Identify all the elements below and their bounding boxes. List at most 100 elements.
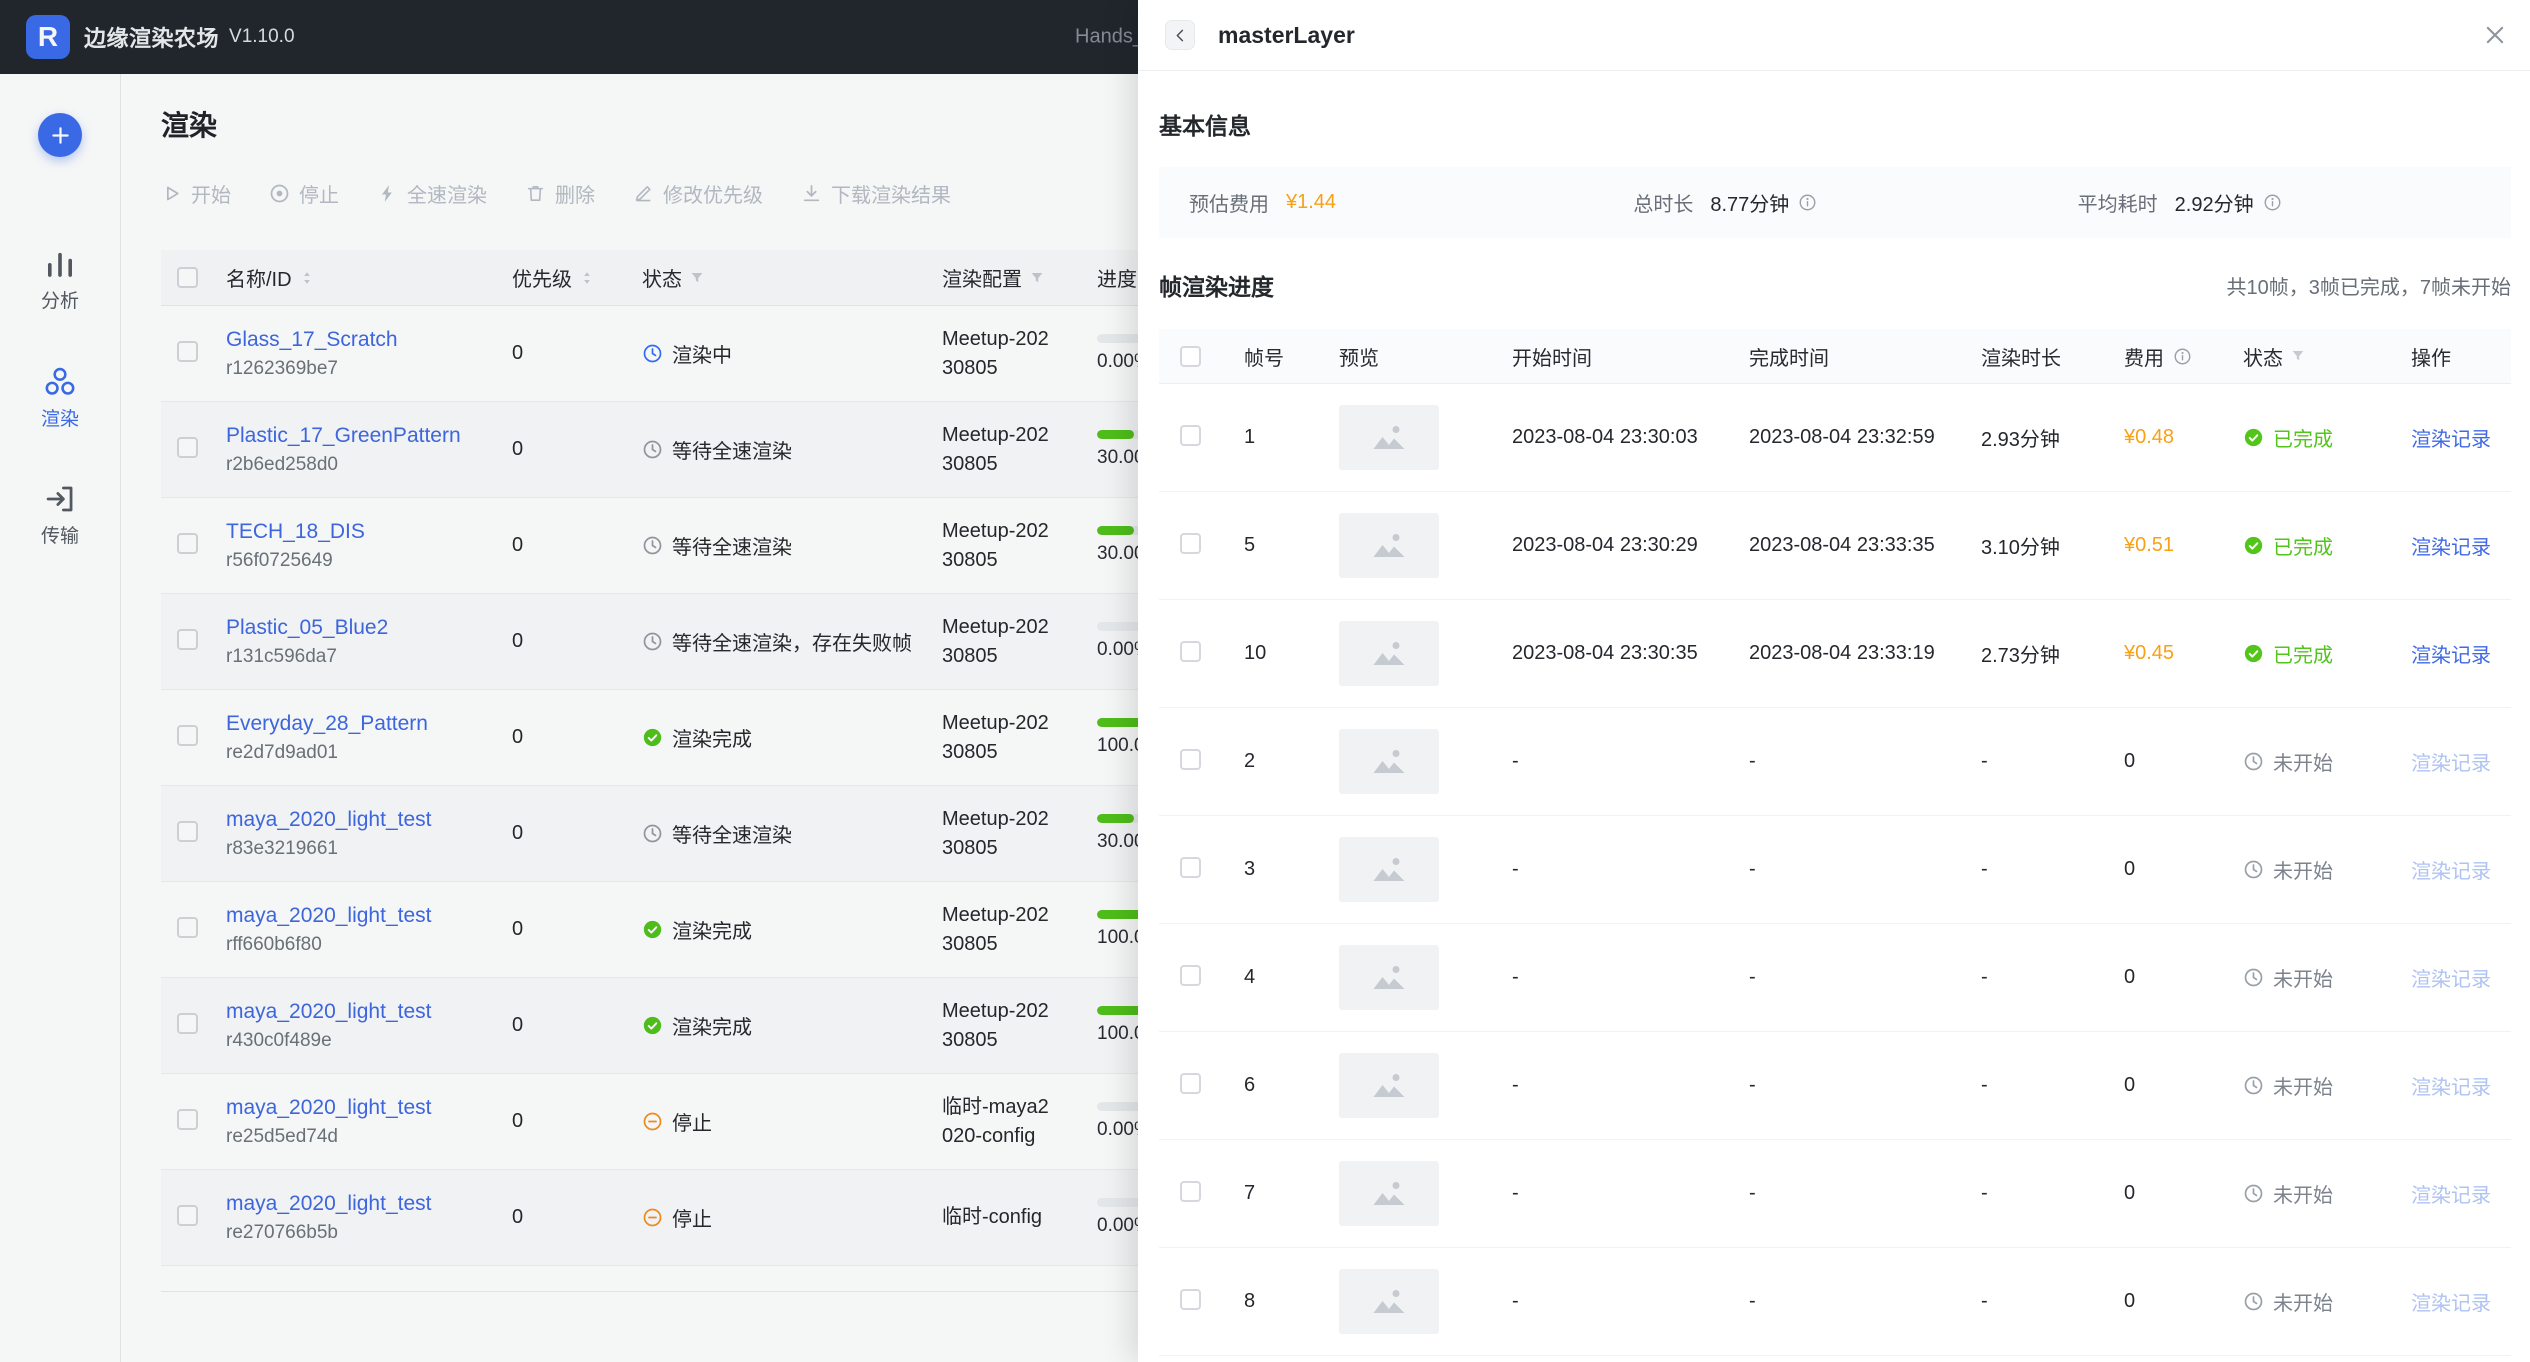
column-render-duration: 渲染时长 [1981,342,2124,371]
frame-status-text: 未开始 [2273,1179,2333,1208]
frame-status-icon [2243,1075,2264,1096]
frame-preview-thumbnail[interactable] [1339,837,1439,902]
row-checkbox[interactable] [1180,641,1201,662]
frame-preview-thumbnail[interactable] [1339,1053,1439,1118]
frame-row: 4 - - - 0 未开始 渲染记录 [1159,924,2511,1032]
info-icon[interactable] [2173,347,2192,366]
column-label: 帧号 [1244,342,1284,371]
drawer-title: masterLayer [1218,22,1355,49]
frame-number: 8 [1244,1290,1339,1313]
frame-start-time: - [1512,858,1749,881]
back-button[interactable] [1165,20,1195,50]
info-icon[interactable] [1798,193,1817,212]
app-window: R 边缘渲染农场 V1.10.0 Hands_ 分析 渲染 传输 渲染 开始 [0,0,2530,1362]
frame-end-time: 2023-08-04 23:32:59 [1749,426,1981,449]
frame-cost: ¥0.48 [2124,426,2243,449]
info-icon[interactable] [2263,193,2282,212]
drawer-body: 基本信息 预估费用 ¥1.44 总时长 8.77分钟 平均耗时 2.92分钟 [1138,71,2530,1356]
frame-preview-thumbnail[interactable] [1339,621,1439,686]
frame-end-time: - [1749,1182,1981,1205]
render-record-link: 渲染记录 [2411,753,2491,775]
render-record-link[interactable]: 渲染记录 [2411,537,2491,559]
frame-render-duration: 3.10分钟 [1981,531,2124,560]
render-record-link[interactable]: 渲染记录 [2411,429,2491,451]
row-checkbox[interactable] [1180,533,1201,554]
frame-preview-thumbnail[interactable] [1339,1269,1439,1334]
frame-number: 6 [1244,1074,1339,1097]
frame-status-text: 已完成 [2273,639,2333,668]
stat-label: 平均耗时 [2078,188,2158,217]
frame-row: 6 - - - 0 未开始 渲染记录 [1159,1032,2511,1140]
column-preview: 预览 [1339,342,1512,371]
frame-end-time: - [1749,1074,1981,1097]
frame-start-time: - [1512,750,1749,773]
frame-number: 4 [1244,966,1339,989]
image-placeholder-icon [1369,634,1409,674]
image-placeholder-icon [1369,1066,1409,1106]
frame-end-time: - [1749,750,1981,773]
row-checkbox[interactable] [1180,965,1201,986]
stat-total-duration: 总时长 8.77分钟 [1622,188,2066,217]
frame-status-text: 未开始 [2273,1071,2333,1100]
frame-preview-thumbnail[interactable] [1339,405,1439,470]
frame-render-duration: 2.93分钟 [1981,423,2124,452]
column-label: 开始时间 [1512,342,1592,371]
frame-number: 1 [1244,426,1339,449]
frame-number: 5 [1244,534,1339,557]
row-checkbox[interactable] [1180,1289,1201,1310]
column-cost[interactable]: 费用 [2124,342,2243,371]
frame-cost: 0 [2124,966,2243,989]
frame-end-time: 2023-08-04 23:33:35 [1749,534,1981,557]
frame-preview-thumbnail[interactable] [1339,729,1439,794]
stat-value: 8.77分钟 [1710,188,1789,217]
image-placeholder-icon [1369,958,1409,998]
frames-table-body: 1 2023-08-04 23:30:03 2023-08-04 23:32:5… [1159,384,2511,1356]
close-icon [2482,22,2508,48]
select-all-frames-checkbox[interactable] [1180,346,1201,367]
frame-end-time: - [1749,1290,1981,1313]
render-record-link[interactable]: 渲染记录 [2411,645,2491,667]
image-placeholder-icon [1369,742,1409,782]
render-record-link: 渲染记录 [2411,1077,2491,1099]
row-checkbox[interactable] [1180,749,1201,770]
row-checkbox[interactable] [1180,425,1201,446]
column-actions: 操作 [2411,342,2511,371]
frame-row: 7 - - - 0 未开始 渲染记录 [1159,1140,2511,1248]
column-frame-status[interactable]: 状态 [2243,342,2411,371]
frame-cost: ¥0.45 [2124,642,2243,665]
basic-info-title: 基本信息 [1159,111,2511,141]
frame-number: 7 [1244,1182,1339,1205]
frame-start-time: - [1512,966,1749,989]
frame-start-time: - [1512,1182,1749,1205]
frame-render-duration: - [1981,858,2124,881]
frame-row: 1 2023-08-04 23:30:03 2023-08-04 23:32:5… [1159,384,2511,492]
frame-progress-header: 帧渲染进度 共10帧，3帧已完成，7帧未开始 [1159,271,2511,302]
frame-row: 8 - - - 0 未开始 渲染记录 [1159,1248,2511,1356]
stats-bar: 预估费用 ¥1.44 总时长 8.77分钟 平均耗时 2.92分钟 [1159,167,2511,238]
frame-row: 10 2023-08-04 23:30:35 2023-08-04 23:33:… [1159,600,2511,708]
render-record-link: 渲染记录 [2411,969,2491,991]
render-record-link: 渲染记录 [2411,1293,2491,1315]
column-label: 操作 [2411,342,2451,371]
row-checkbox[interactable] [1180,1181,1201,1202]
column-label: 完成时间 [1749,342,1829,371]
frame-cost: ¥0.51 [2124,534,2243,557]
frame-status-text: 未开始 [2273,747,2333,776]
frame-render-duration: - [1981,750,2124,773]
row-checkbox[interactable] [1180,1073,1201,1094]
frame-cost: 0 [2124,1074,2243,1097]
close-button[interactable] [2482,22,2508,48]
frame-cost: 0 [2124,1290,2243,1313]
row-checkbox[interactable] [1180,857,1201,878]
image-placeholder-icon [1369,418,1409,458]
filter-icon[interactable] [2290,348,2306,364]
frame-preview-thumbnail[interactable] [1339,1161,1439,1226]
render-record-link: 渲染记录 [2411,861,2491,883]
stat-average-time: 平均耗时 2.92分钟 [2067,188,2511,217]
frame-status-icon [2243,859,2264,880]
stat-label: 预估费用 [1189,188,1269,217]
frame-preview-thumbnail[interactable] [1339,513,1439,578]
frame-preview-thumbnail[interactable] [1339,945,1439,1010]
column-label: 费用 [2124,342,2164,371]
stat-value: 2.92分钟 [2175,188,2254,217]
